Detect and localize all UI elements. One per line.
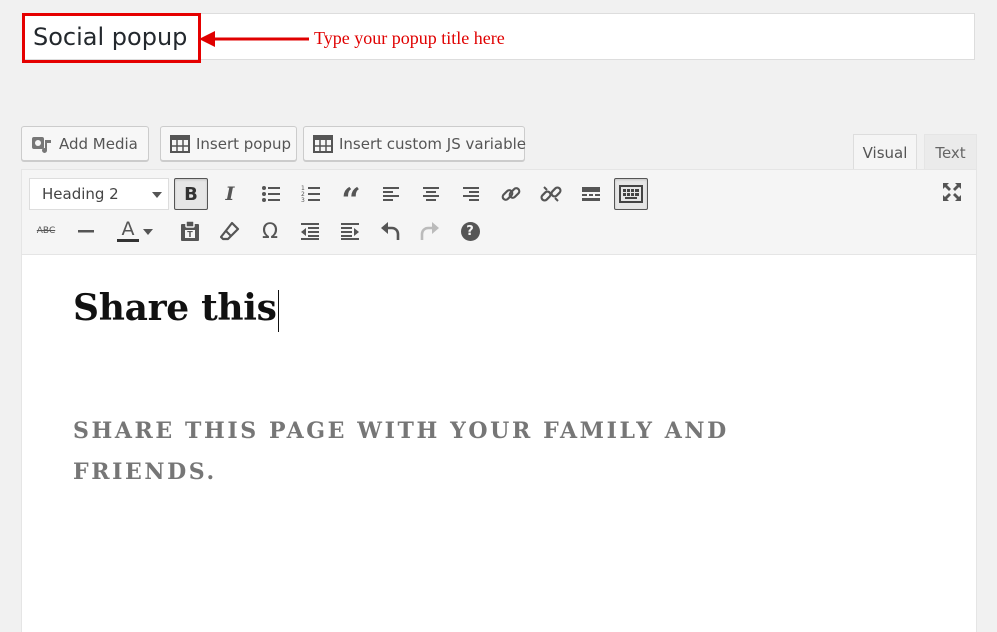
keyboard-icon <box>619 185 643 203</box>
popup-table-icon <box>170 134 190 153</box>
link-icon <box>501 187 521 201</box>
align-left-button[interactable] <box>374 178 408 210</box>
text-color-icon: A <box>117 220 139 242</box>
insert-popup-label: Insert popup <box>196 134 292 153</box>
media-icon <box>31 134 53 154</box>
editor-box: Heading 2 B I 1 2 3 “ ABC A T Ω ? Share … <box>21 169 977 632</box>
keyboard-shortcuts-button[interactable]: ? <box>453 215 487 247</box>
outdent-icon <box>301 223 319 240</box>
align-left-icon <box>383 187 399 201</box>
eraser-icon <box>220 221 240 241</box>
add-media-button[interactable]: Add Media <box>21 126 149 161</box>
text-cursor <box>277 290 279 332</box>
strikethrough-button[interactable]: ABC <box>29 215 63 247</box>
help-icon: ? <box>460 221 480 241</box>
bulleted-list-icon <box>262 186 280 202</box>
redo-icon <box>420 222 439 240</box>
redo-button[interactable] <box>413 215 447 247</box>
insert-popup-button[interactable]: Insert popup <box>160 126 297 161</box>
toolbar-toggle-button[interactable] <box>614 178 648 210</box>
tab-text[interactable]: Text <box>924 134 977 170</box>
unlink-icon <box>540 186 562 202</box>
numbered-list-icon: 1 2 3 <box>301 185 320 204</box>
blockquote-button[interactable]: “ <box>334 178 368 218</box>
help-glyph: ? <box>466 223 474 239</box>
insert-js-variable-button[interactable]: Insert custom JS variable <box>303 126 527 161</box>
remove-link-button[interactable] <box>534 178 568 210</box>
insert-link-button[interactable] <box>494 178 528 210</box>
indent-icon <box>341 223 359 240</box>
align-right-icon <box>463 187 479 201</box>
svg-text:3: 3 <box>301 197 305 204</box>
undo-button[interactable] <box>373 215 407 247</box>
bold-icon: B <box>184 183 198 205</box>
editor-content-area[interactable]: Share this SHARE THIS PAGE WITH YOUR FAM… <box>22 256 976 632</box>
text-color-glyph: A <box>121 218 135 240</box>
clipboard-icon: T <box>181 220 199 241</box>
decrease-indent-button[interactable] <box>293 215 327 247</box>
align-center-button[interactable] <box>414 178 448 210</box>
paste-as-text-button[interactable]: T <box>173 215 207 247</box>
undo-icon <box>381 222 400 240</box>
special-character-button[interactable]: Ω <box>253 215 287 247</box>
bulleted-list-button[interactable] <box>254 178 288 210</box>
numbered-list-button[interactable]: 1 2 3 <box>294 178 328 210</box>
align-right-button[interactable] <box>454 178 488 210</box>
clear-formatting-button[interactable] <box>213 215 247 247</box>
svg-text:T: T <box>187 230 193 239</box>
fullscreen-icon <box>943 183 961 201</box>
read-more-icon <box>582 187 600 201</box>
chevron-down-icon <box>152 192 162 198</box>
quote-icon: “ <box>341 181 361 221</box>
content-subtext[interactable]: SHARE THIS PAGE WITH YOUR FAMILY AND FRI… <box>73 411 773 493</box>
increase-indent-button[interactable] <box>333 215 367 247</box>
annotation-text: Type your popup title here <box>314 28 505 48</box>
bold-button[interactable]: B <box>174 178 208 210</box>
horizontal-line-icon <box>78 230 94 233</box>
content-heading-text: Share this <box>73 287 277 329</box>
content-heading[interactable]: Share this <box>73 287 279 332</box>
js-variable-table-icon <box>313 134 333 153</box>
strikethrough-icon: ABC <box>36 226 56 236</box>
italic-icon: I <box>225 183 235 205</box>
tab-visual[interactable]: Visual <box>853 134 917 170</box>
fullscreen-button[interactable] <box>935 176 969 208</box>
add-media-label: Add Media <box>59 134 138 153</box>
text-color-swatch <box>117 239 139 242</box>
annotation-arrow-icon <box>199 31 309 47</box>
insert-js-variable-label: Insert custom JS variable <box>339 134 527 153</box>
italic-button[interactable]: I <box>213 178 247 210</box>
horizontal-line-button[interactable] <box>69 215 103 247</box>
text-color-button[interactable]: A <box>109 215 159 247</box>
chevron-down-icon <box>143 229 153 235</box>
format-select[interactable]: Heading 2 <box>29 178 169 210</box>
editor-toolbar: Heading 2 B I 1 2 3 “ ABC A T Ω ? <box>22 170 976 255</box>
align-center-icon <box>423 187 439 201</box>
omega-icon: Ω <box>261 219 279 243</box>
format-select-value: Heading 2 <box>42 185 119 203</box>
read-more-button[interactable] <box>574 178 608 210</box>
